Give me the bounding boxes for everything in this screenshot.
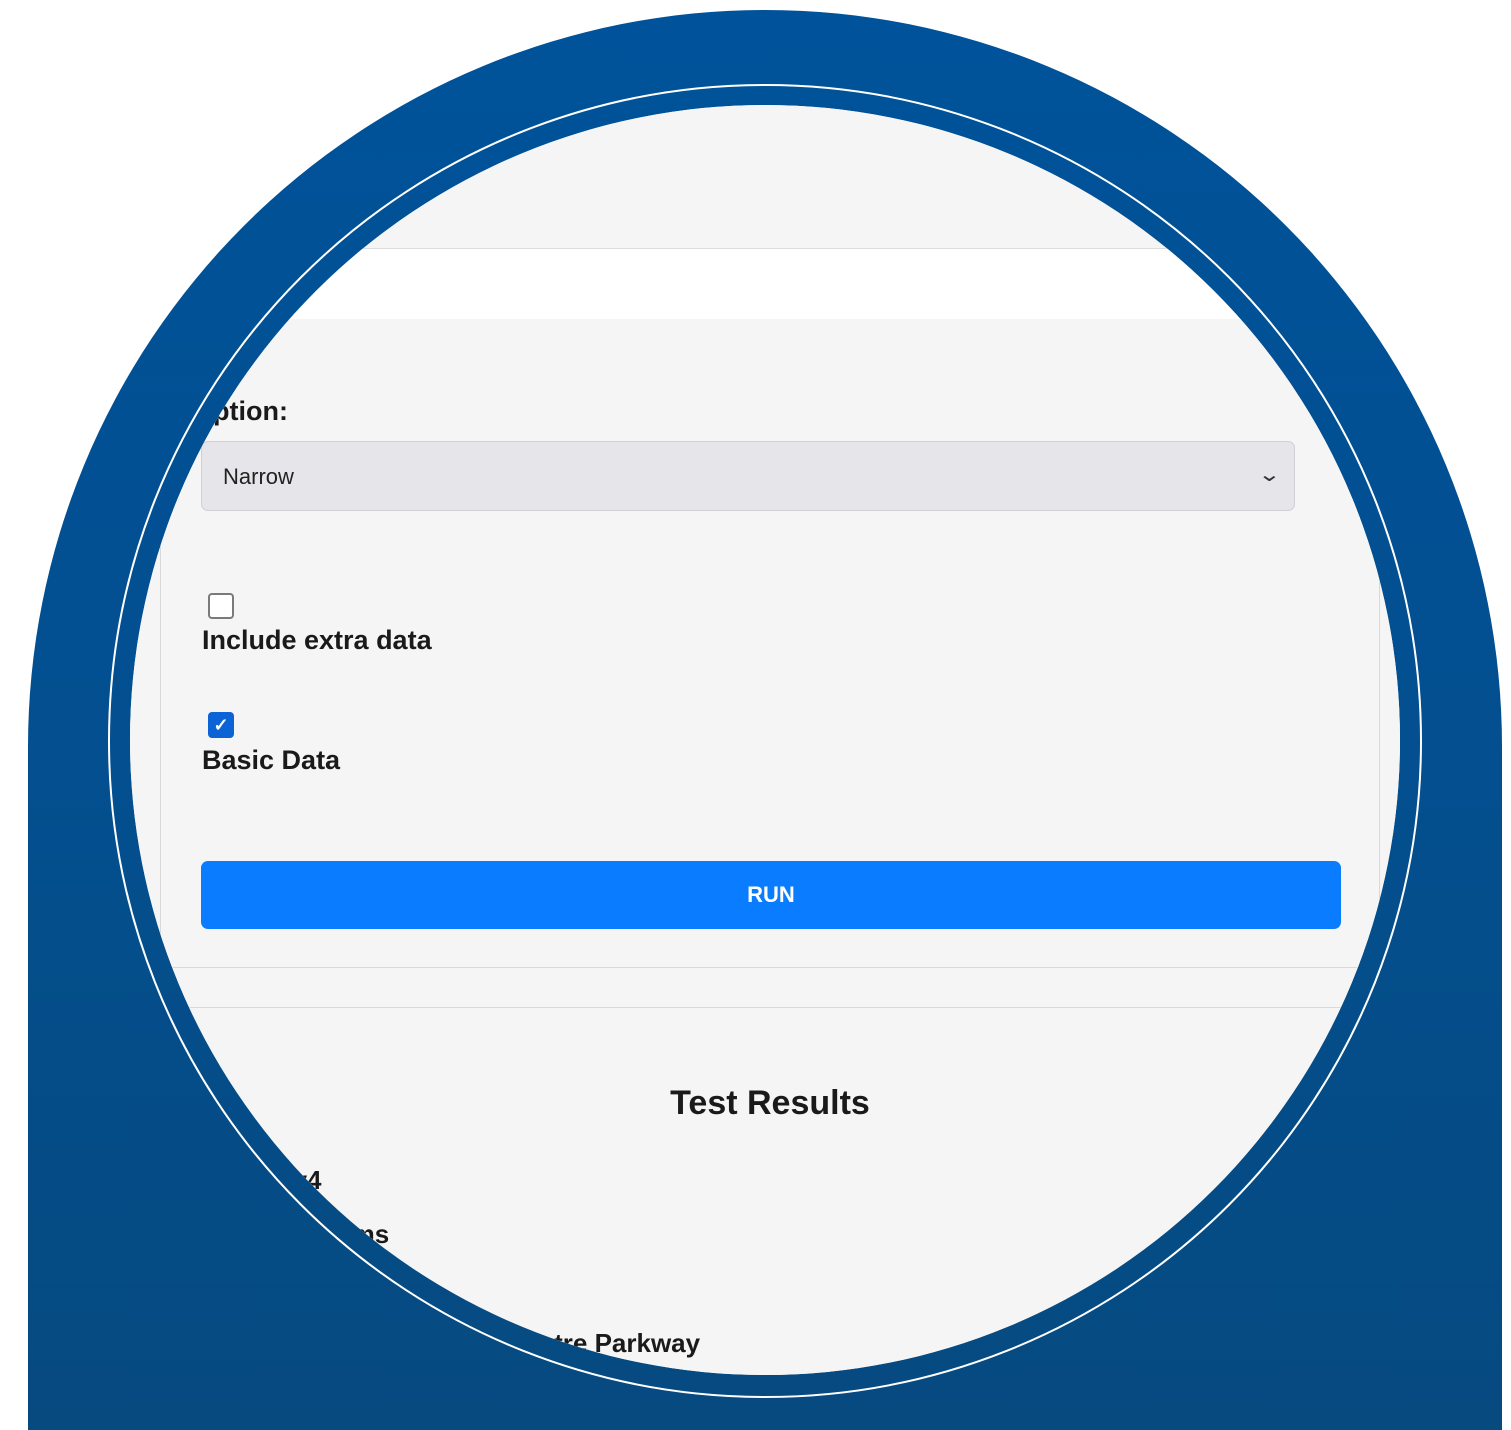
run-button[interactable]: RUN xyxy=(201,861,1341,929)
include-extra-data-checkbox[interactable] xyxy=(208,593,234,619)
section-divider xyxy=(130,1007,1400,1008)
magnifier-lens: Option: Narrow ⌄ Include extra data ✓ Ba… xyxy=(130,105,1400,1375)
include-extra-data-label: Include extra data xyxy=(202,625,432,655)
option-select[interactable]: Narrow ⌄ xyxy=(201,441,1295,511)
option-label: Option: xyxy=(192,396,288,426)
header-band xyxy=(130,248,1400,320)
result-ip-version: IPv4 xyxy=(268,1165,322,1195)
select-value: Narrow xyxy=(223,464,294,489)
basic-data-label: Basic Data xyxy=(202,745,341,775)
results-title: Test Results xyxy=(670,1084,870,1122)
chevron-down-icon: ⌄ xyxy=(1257,464,1282,486)
result-latency: 0 ms xyxy=(330,1219,390,1249)
result-location: Centre Parkway xyxy=(505,1328,701,1358)
app-page: Option: Narrow ⌄ Include extra data ✓ Ba… xyxy=(130,105,1400,1375)
basic-data-checkbox[interactable]: ✓ xyxy=(208,712,234,738)
checkmark-icon: ✓ xyxy=(213,715,229,735)
